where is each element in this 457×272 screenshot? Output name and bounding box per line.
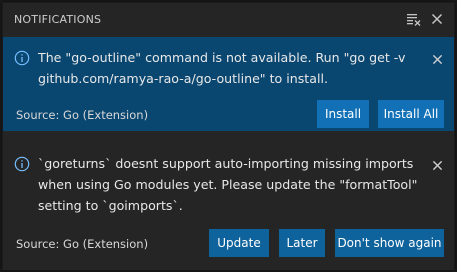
notification-source: Source: Go (Extension) — [16, 237, 149, 251]
notification-toast[interactable]: `goreturns` doesnt support auto-importin… — [3, 148, 454, 270]
notification-center-title: NOTIFICATIONS — [14, 13, 102, 26]
info-icon — [14, 50, 30, 66]
clear-all-icon[interactable] — [405, 10, 423, 28]
close-icon[interactable] — [429, 51, 445, 67]
divider — [3, 131, 454, 148]
notification-message: The "go-outline" command is not availabl… — [38, 50, 406, 86]
notification-source: Source: Go (Extension) — [16, 108, 149, 122]
install-all-button[interactable]: Install All — [378, 100, 444, 128]
notification-center: NOTIFICATIONS The "go-outline" command i… — [2, 2, 455, 270]
info-icon — [14, 156, 30, 172]
notification-toast[interactable]: The "go-outline" command is not availabl… — [3, 37, 454, 131]
dont-show-again-button[interactable]: Don't show again — [335, 229, 444, 257]
notification-message: `goreturns` doesnt support auto-importin… — [38, 156, 418, 213]
later-button[interactable]: Later — [279, 229, 325, 257]
close-icon[interactable] — [429, 157, 445, 173]
update-button[interactable]: Update — [209, 229, 269, 257]
install-button[interactable]: Install — [317, 100, 369, 128]
close-icon[interactable] — [428, 10, 446, 28]
notification-center-header: NOTIFICATIONS — [3, 3, 454, 36]
